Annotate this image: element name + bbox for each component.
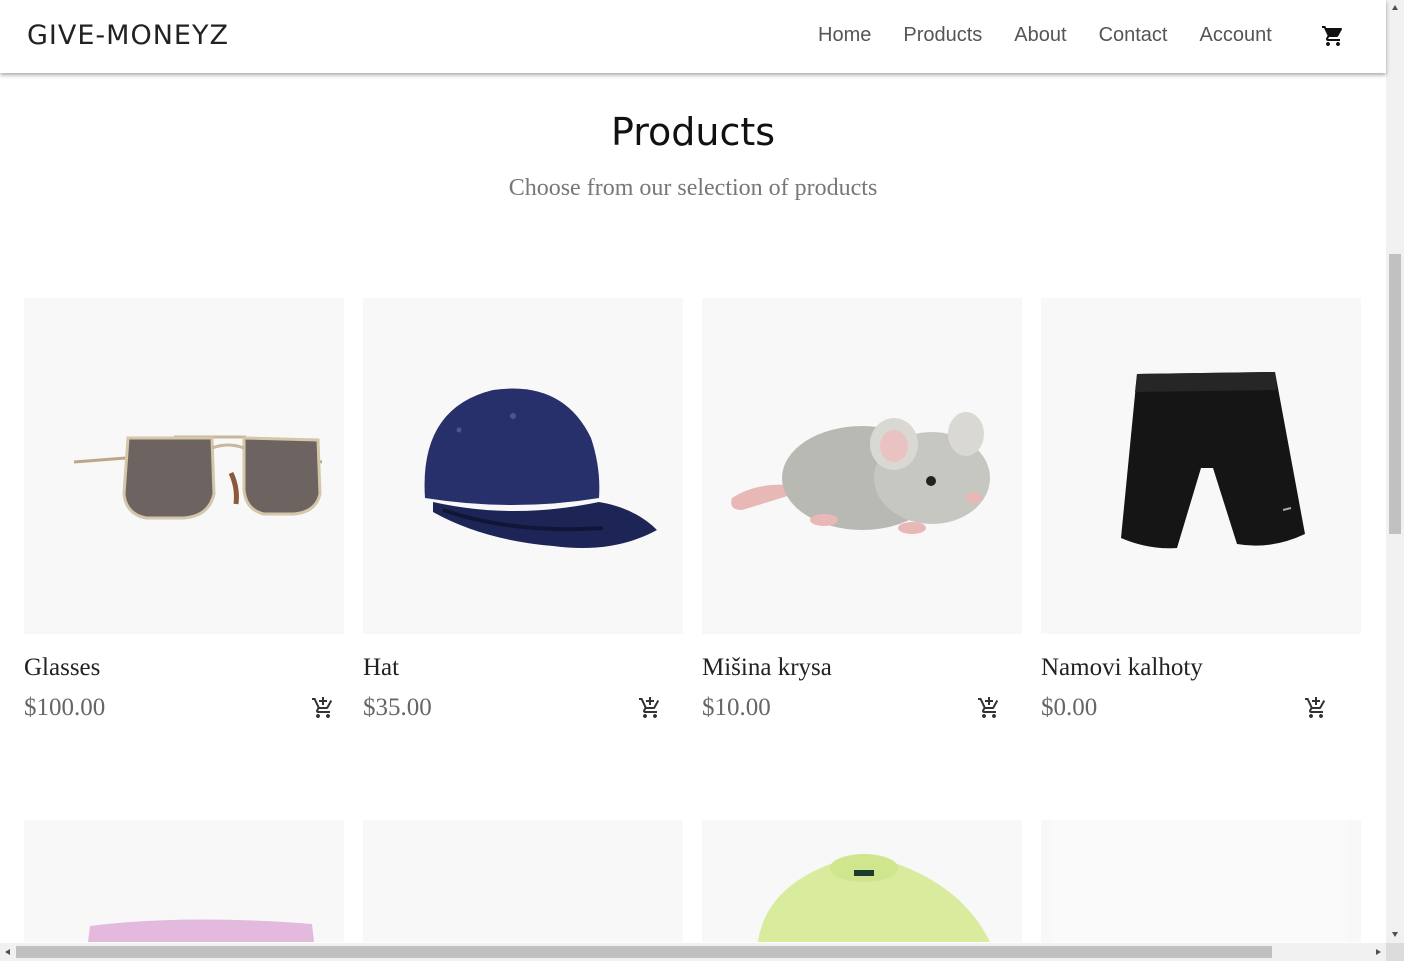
pink-knit-image <box>88 919 314 942</box>
scrollbar-corner <box>1386 943 1404 961</box>
product-card[interactable]: Hat $35.00 <box>363 298 683 721</box>
add-to-cart-icon[interactable] <box>977 696 1001 720</box>
site-logo[interactable]: GIVE-MONEYZ <box>27 20 229 51</box>
product-image-green-sweater[interactable] <box>702 820 1022 942</box>
nav-products[interactable]: Products <box>903 24 982 47</box>
nav-home[interactable]: Home <box>818 24 871 47</box>
scroll-right-arrow-icon[interactable] <box>1374 948 1382 956</box>
product-price: $100.00 <box>24 694 106 721</box>
add-to-cart-icon[interactable] <box>1304 696 1328 720</box>
product-image-blank[interactable] <box>1041 820 1361 942</box>
product-image-pink-knit[interactable] <box>24 820 344 942</box>
product-card[interactable]: Namovi kalhoty $0.00 <box>1041 298 1361 721</box>
baseball-cap-image <box>424 388 657 548</box>
product-name[interactable]: Namovi kalhoty <box>1041 654 1203 682</box>
horizontal-scrollbar-thumb[interactable] <box>16 946 1272 958</box>
product-price: $0.00 <box>1041 694 1098 721</box>
scroll-up-arrow-icon[interactable] <box>1391 4 1399 12</box>
add-to-cart-icon[interactable] <box>638 696 662 720</box>
shopping-cart-icon[interactable] <box>1321 24 1345 48</box>
product-image-shorts[interactable] <box>1041 298 1361 634</box>
product-image-cap[interactable] <box>363 298 683 634</box>
nav-about[interactable]: About <box>1014 24 1066 47</box>
product-image-sunglasses[interactable] <box>24 298 344 634</box>
product-name[interactable]: Hat <box>363 654 399 682</box>
add-to-cart-icon[interactable] <box>311 696 335 720</box>
product-name[interactable]: Glasses <box>24 654 100 682</box>
page-subtitle: Choose from our selection of products <box>508 175 878 201</box>
product-card[interactable]: Glasses $100.00 <box>24 298 344 721</box>
product-image-blank[interactable] <box>363 820 683 942</box>
sunglasses-image <box>73 435 323 520</box>
product-card[interactable]: Mišina krysa $10.00 <box>702 298 1022 721</box>
scroll-down-arrow-icon[interactable] <box>1391 930 1399 938</box>
product-image-rat[interactable] <box>702 298 1022 634</box>
black-shorts-image <box>1121 372 1305 549</box>
product-name[interactable]: Mišina krysa <box>702 654 832 682</box>
nav-account[interactable]: Account <box>1200 24 1272 47</box>
scroll-left-arrow-icon[interactable] <box>4 948 12 956</box>
plush-rat-image <box>731 412 990 534</box>
green-sweater-image <box>758 854 990 942</box>
vertical-scrollbar-thumb[interactable] <box>1389 254 1401 534</box>
product-price: $10.00 <box>702 694 771 721</box>
page-title: Products <box>610 110 776 154</box>
main-nav: Home Products About Contact Account <box>818 24 1304 47</box>
product-price: $35.00 <box>363 694 432 721</box>
site-header: GIVE-MONEYZ Home Products About Contact … <box>0 0 1386 73</box>
nav-contact[interactable]: Contact <box>1099 24 1168 47</box>
